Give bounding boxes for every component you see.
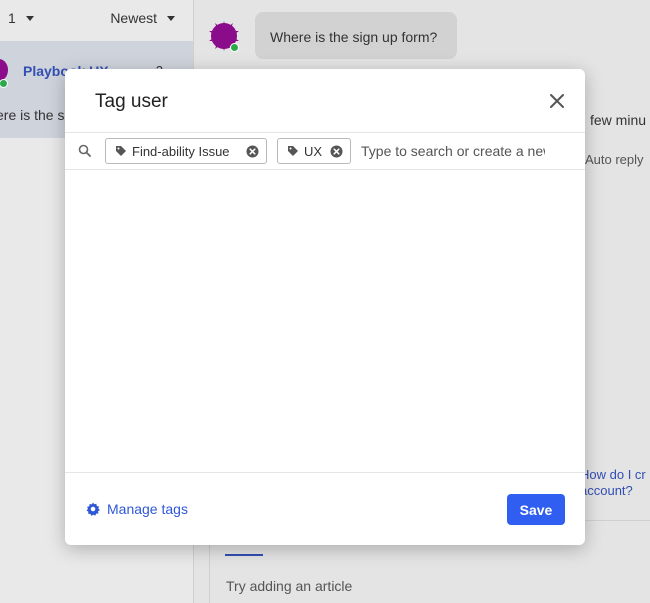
tag-chip-label: Find-ability Issue [132,143,230,159]
tag-chip: Find-ability Issue [105,138,267,164]
remove-circle-icon[interactable] [246,145,259,158]
remove-circle-icon[interactable] [330,145,343,158]
save-button[interactable]: Save [507,494,565,525]
tag-search-row: Find-ability Issue UX [65,133,585,170]
close-button[interactable] [547,91,567,111]
tag-icon [116,146,126,156]
close-icon [550,94,564,108]
modal-title: Tag user [95,91,168,112]
search-icon [78,144,91,157]
tag-search-input[interactable] [361,139,545,163]
tag-user-modal: Tag user Find-ability Issue UX Type to s… [65,69,585,545]
modal-header: Tag user [65,69,585,133]
gear-icon [86,502,100,516]
modal-footer: Manage tags Save [65,472,585,545]
tag-chip-label: UX [304,143,323,159]
manage-tags-link[interactable]: Manage tags [86,501,188,517]
tag-chip: UX [277,138,351,164]
tag-icon [288,146,298,156]
tag-results-list [65,170,585,472]
manage-tags-label: Manage tags [107,501,188,517]
